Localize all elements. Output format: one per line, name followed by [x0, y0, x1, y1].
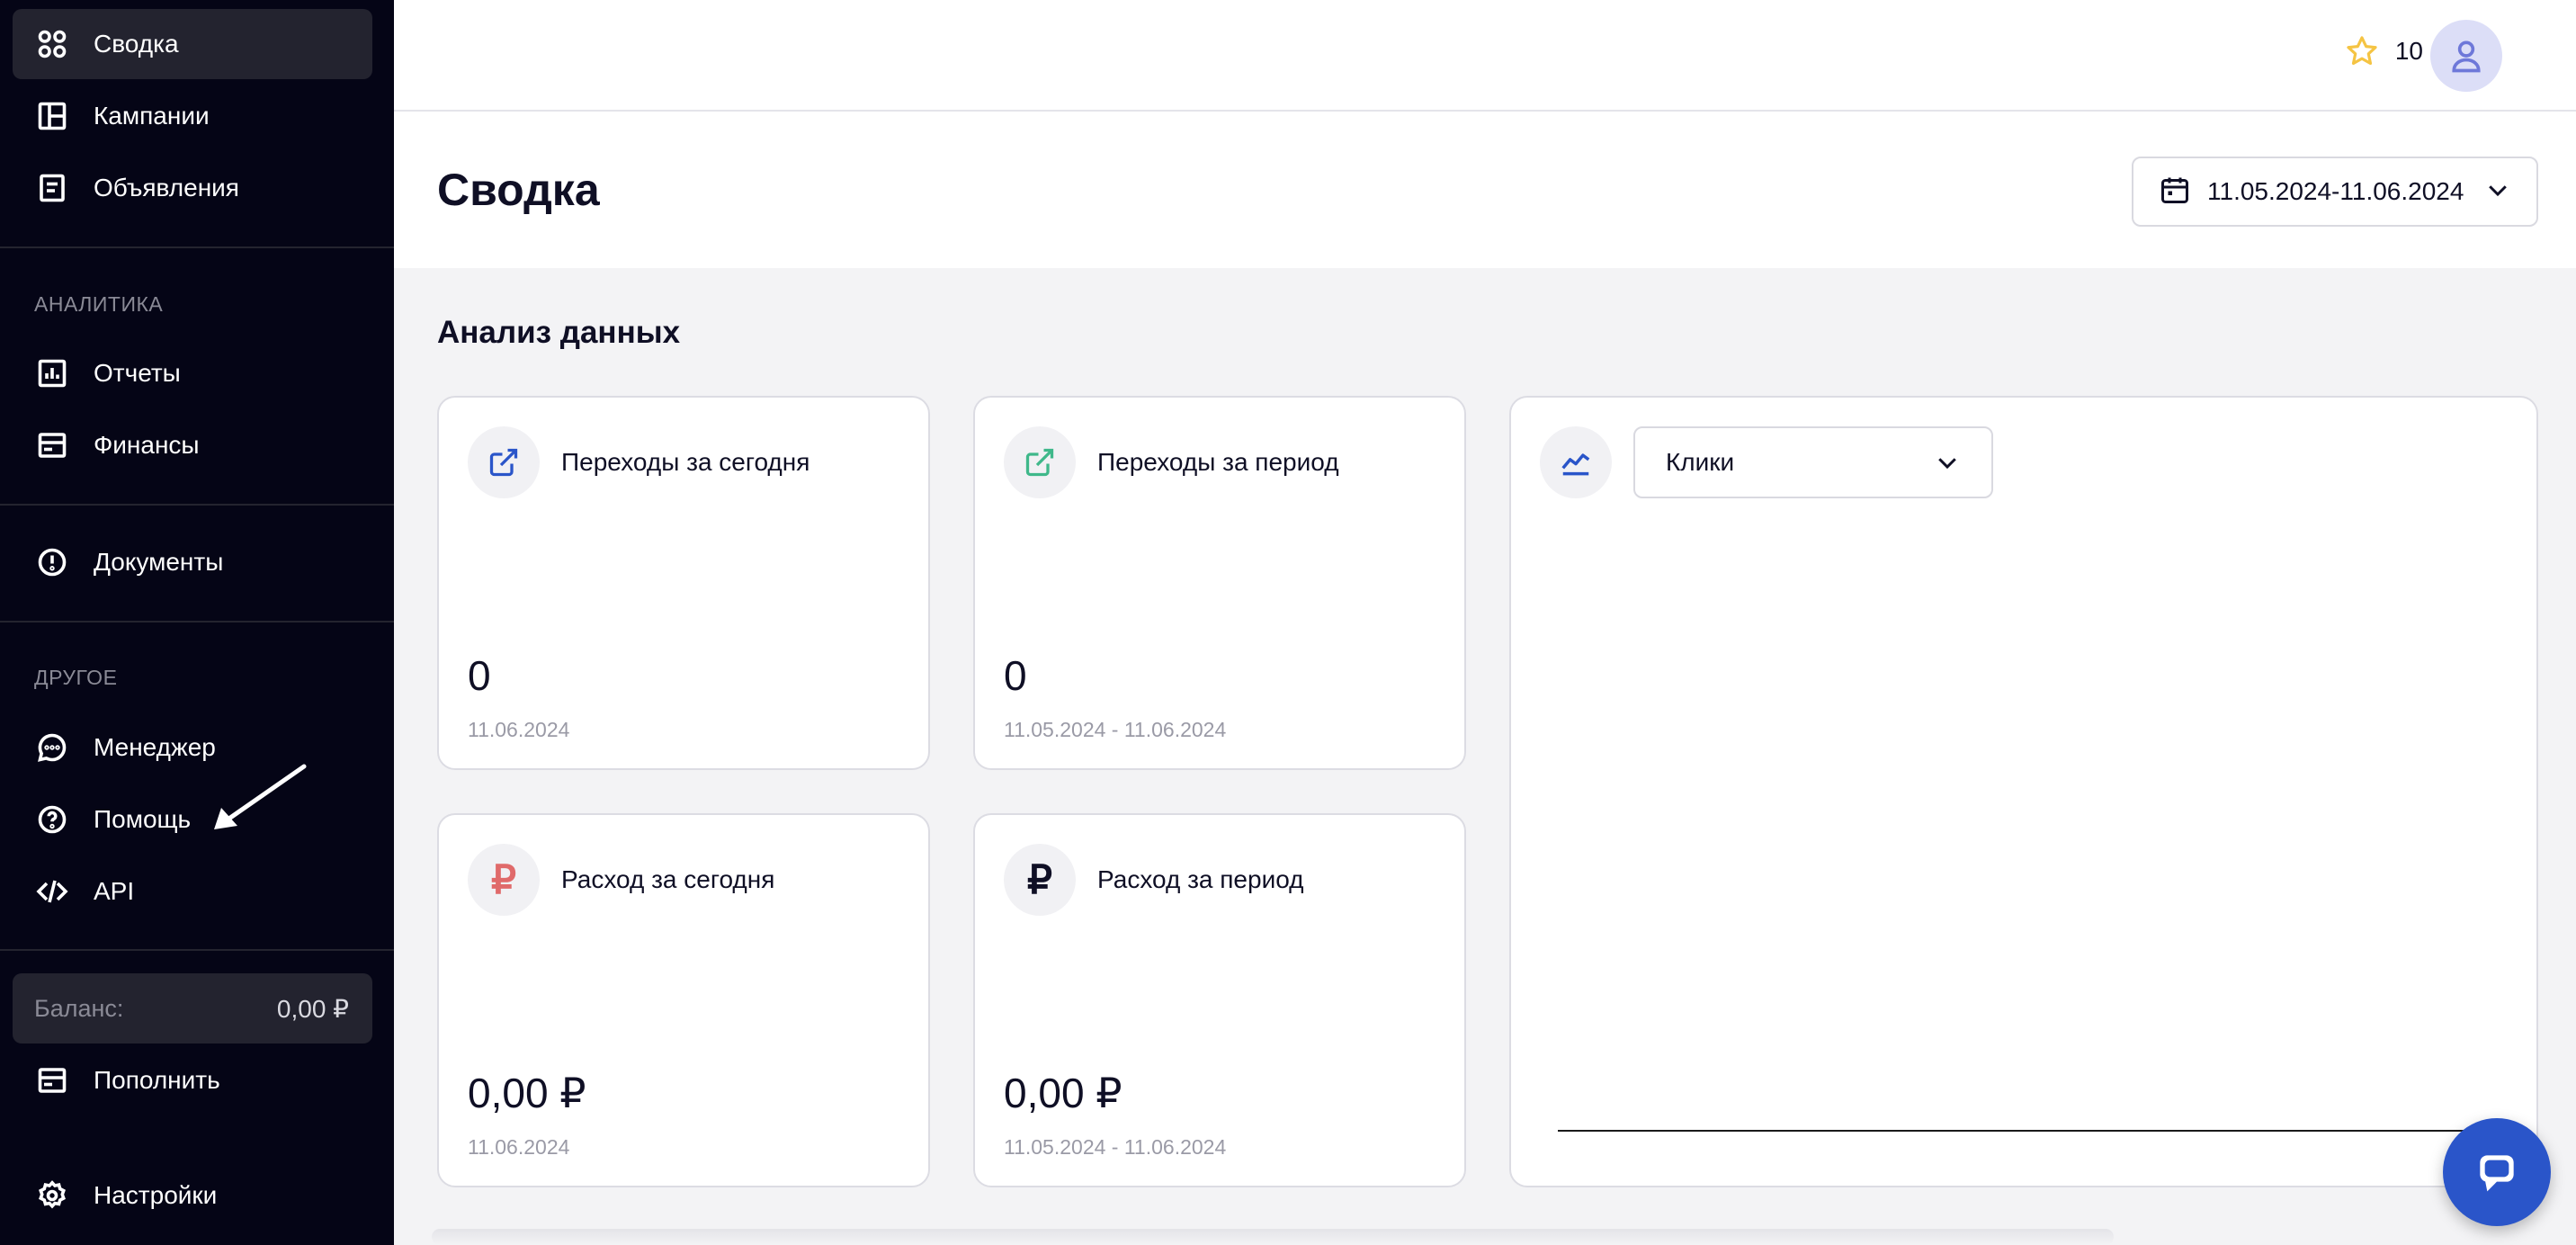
metric-card-clicks-period: Переходы за период 0 11.05.2024 - 11.06.…	[973, 396, 1466, 770]
card-date: 11.05.2024 - 11.06.2024	[1004, 1135, 1227, 1159]
date-range-value: 11.05.2024-11.06.2024	[2207, 177, 2464, 205]
card-value: 0,00 ₽	[1004, 1070, 1123, 1116]
calendar-icon	[2159, 174, 2191, 210]
line-chart-icon	[1540, 426, 1612, 498]
card-value: 0	[468, 652, 491, 699]
sidebar-item-label: Настройки	[94, 1181, 218, 1209]
sidebar-item-topup[interactable]: Пополнить	[13, 1045, 372, 1115]
ruble-icon: ₽	[1004, 844, 1076, 916]
divider	[0, 246, 394, 248]
card-value: 0,00 ₽	[468, 1070, 586, 1116]
help-circle-icon	[34, 802, 70, 837]
credit-card-icon	[34, 1062, 70, 1098]
chart-card: Клики	[1509, 396, 2538, 1187]
sidebar-item-settings[interactable]: Настройки	[13, 1160, 372, 1231]
sidebar-item-label: Объявления	[94, 174, 239, 202]
sidebar-item-label: Сводка	[94, 30, 179, 58]
balance-box: Баланс: 0,00 ₽	[13, 973, 372, 1043]
external-link-icon	[468, 426, 540, 498]
sidebar-item-ads[interactable]: Объявления	[13, 153, 372, 223]
section-title-other: ДРУГОЕ	[34, 666, 118, 689]
card-date: 11.06.2024	[468, 718, 570, 741]
star-icon	[2347, 36, 2377, 66]
score-value: 10	[2394, 37, 2423, 65]
sidebar: Сводка Кампании Объявления АНАЛИТИКА Отч…	[0, 0, 394, 1245]
chat-widget-button[interactable]	[2443, 1118, 2551, 1226]
sidebar-item-documents[interactable]: Документы	[13, 527, 372, 597]
chart-x-axis	[1558, 1130, 2518, 1132]
section-edge	[432, 1229, 2114, 1245]
chevron-down-icon	[2484, 176, 2511, 208]
page-title: Сводка	[437, 165, 600, 215]
sidebar-item-label: Документы	[94, 548, 224, 576]
avatar[interactable]	[2430, 20, 2502, 92]
layout-icon	[34, 98, 70, 134]
sidebar-item-campaigns[interactable]: Кампании	[13, 81, 372, 151]
sidebar-item-label: Менеджер	[94, 733, 216, 761]
top-bar: 10	[394, 0, 2576, 112]
chevron-down-icon	[1938, 458, 1956, 470]
metric-select-value: Клики	[1666, 448, 1735, 476]
metric-card-clicks-today: Переходы за сегодня 0 11.06.2024	[437, 396, 930, 770]
card-title: Переходы за период	[1097, 448, 1339, 476]
date-range-picker[interactable]: 11.05.2024-11.06.2024	[2132, 157, 2538, 227]
gear-icon	[34, 1178, 70, 1214]
ruble-icon: ₽	[468, 844, 540, 916]
balance-value: 0,00 ₽	[276, 994, 349, 1023]
user-icon	[2452, 40, 2481, 73]
chat-bubble-icon	[34, 730, 70, 766]
document-icon	[34, 170, 70, 206]
metric-card-spend-period: ₽ Расход за период 0,00 ₽ 11.05.2024 - 1…	[973, 813, 1466, 1187]
chat-icon	[2480, 1155, 2514, 1192]
section-title-analytics: АНАЛИТИКА	[34, 292, 164, 316]
credit-card-icon	[34, 427, 70, 463]
title-bar: Сводка 11.05.2024-11.06.2024	[394, 112, 2576, 268]
sidebar-item-manager[interactable]: Менеджер	[13, 712, 372, 783]
sidebar-item-label: Помощь	[94, 805, 192, 833]
external-link-icon	[1004, 426, 1076, 498]
balance-label: Баланс:	[34, 994, 124, 1022]
card-date: 11.06.2024	[468, 1135, 570, 1159]
code-icon	[34, 873, 70, 909]
grid-icon	[34, 26, 70, 62]
sidebar-item-label: Финансы	[94, 431, 200, 459]
card-date: 11.05.2024 - 11.06.2024	[1004, 718, 1227, 741]
card-title: Переходы за сегодня	[561, 448, 810, 476]
sidebar-item-label: Кампании	[94, 102, 210, 130]
sidebar-item-label: API	[94, 877, 135, 905]
card-title: Расход за сегодня	[561, 865, 775, 893]
bar-chart-icon	[34, 355, 70, 391]
divider	[0, 504, 394, 506]
sidebar-item-reports[interactable]: Отчеты	[13, 338, 372, 408]
score-indicator[interactable]: 10	[2345, 34, 2423, 68]
sidebar-item-summary[interactable]: Сводка	[13, 9, 372, 79]
sidebar-item-api[interactable]: API	[13, 856, 372, 927]
card-title: Расход за период	[1097, 865, 1304, 893]
metric-select[interactable]: Клики	[1633, 426, 1993, 498]
alert-circle-icon	[34, 544, 70, 580]
metric-card-spend-today: ₽ Расход за сегодня 0,00 ₽ 11.06.2024	[437, 813, 930, 1187]
sidebar-item-label: Отчеты	[94, 359, 181, 387]
divider	[0, 949, 394, 951]
sidebar-item-finance[interactable]: Финансы	[13, 410, 372, 480]
card-value: 0	[1004, 652, 1027, 699]
arrow-pointer-icon	[214, 764, 307, 829]
sidebar-item-label: Пополнить	[94, 1066, 220, 1094]
sidebar-item-help[interactable]: Помощь	[13, 784, 372, 855]
section-heading: Анализ данных	[437, 315, 681, 350]
divider	[0, 621, 394, 622]
